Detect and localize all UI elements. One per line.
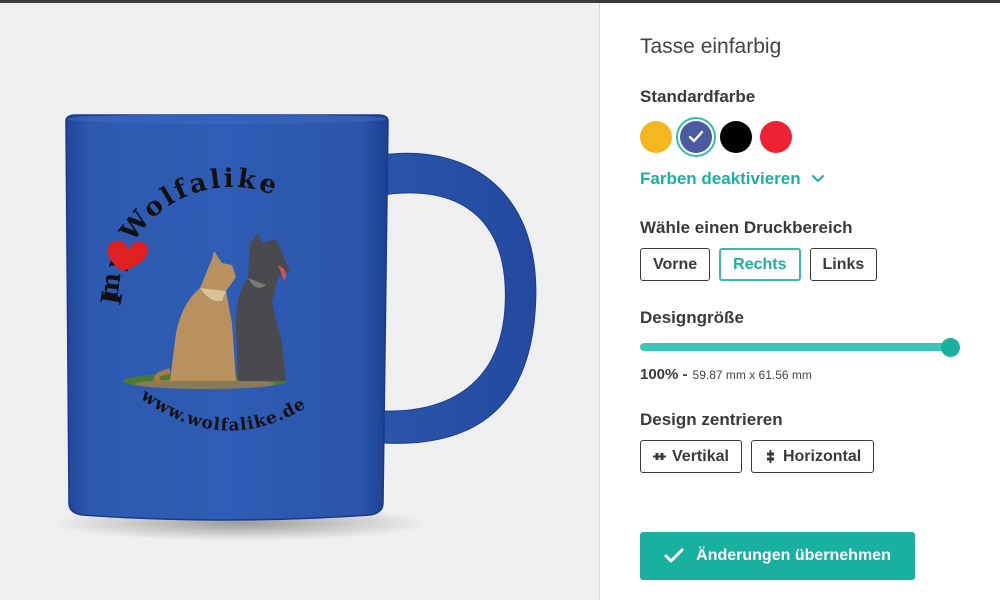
center-design-options: Vertikal Horizontal xyxy=(640,440,875,473)
mug-image: my Wolfalike I www.wolfalike.de xyxy=(50,114,537,541)
center-vertical-button[interactable]: Vertikal xyxy=(640,440,742,473)
size-dimensions: 59.87 mm x 61.56 mm xyxy=(692,368,812,382)
product-title: Tasse einfarbig xyxy=(640,35,782,58)
align-vertical-icon xyxy=(653,453,666,460)
print-area-options: Vorne Rechts Links xyxy=(640,248,878,281)
swatch-yellow[interactable] xyxy=(640,121,672,153)
center-vertical-label: Vertikal xyxy=(672,447,729,465)
color-section-label: Standardfarbe xyxy=(640,87,756,106)
align-horizontal-icon xyxy=(766,450,774,463)
chevron-down-icon xyxy=(811,175,824,183)
print-area-right-button[interactable]: Rechts xyxy=(719,248,801,281)
center-horizontal-button[interactable]: Horizontal xyxy=(750,440,875,473)
product-preview: my Wolfalike I www.wolfalike.de xyxy=(0,3,599,600)
checkmark-icon xyxy=(664,548,684,563)
slider-handle[interactable] xyxy=(941,338,960,357)
checkmark-icon xyxy=(680,121,712,153)
apply-changes-label: Änderungen übernehmen xyxy=(696,547,891,564)
color-swatches xyxy=(640,121,792,153)
swatch-black[interactable] xyxy=(720,121,752,153)
configurator-panel: Tasse einfarbig Standardfarbe Farben dea… xyxy=(600,3,1000,600)
design-size-slider[interactable] xyxy=(640,338,960,357)
apply-changes-button[interactable]: Änderungen übernehmen xyxy=(640,532,915,580)
mug-handle xyxy=(381,152,537,444)
toggle-colors-label: Farben deaktivieren xyxy=(640,169,801,188)
swatch-red[interactable] xyxy=(760,121,792,153)
print-area-front-button[interactable]: Vorne xyxy=(640,248,711,281)
toggle-colors-link[interactable]: Farben deaktivieren xyxy=(640,169,825,189)
slider-fill xyxy=(640,343,950,351)
swatch-royal-blue[interactable] xyxy=(680,121,712,153)
design-size-readout: 100% - 59.87 mm x 61.56 mm xyxy=(640,366,812,383)
size-percent: 100% - xyxy=(640,366,688,383)
center-horizontal-label: Horizontal xyxy=(782,447,862,465)
print-area-left-button[interactable]: Links xyxy=(809,248,878,281)
center-design-label: Design zentrieren xyxy=(640,410,783,429)
print-area-label: Wähle einen Druckbereich xyxy=(640,218,853,237)
design-size-label: Designgröße xyxy=(640,308,744,327)
